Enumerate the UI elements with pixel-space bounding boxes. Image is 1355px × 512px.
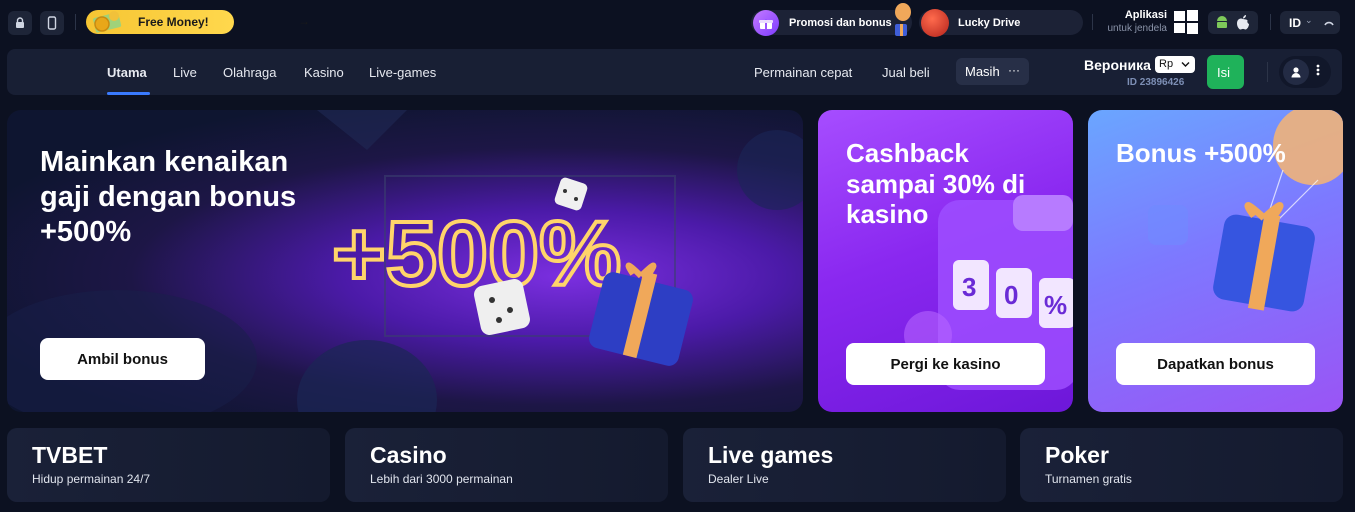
deposit-button[interactable]: Isi (1207, 55, 1244, 89)
active-tab-indicator (107, 92, 150, 95)
nav-item-live[interactable]: Live (173, 65, 197, 80)
category-title: TVBET (32, 442, 108, 468)
nav-item-live-games[interactable]: Live-games (369, 65, 436, 80)
more-label: Masih (965, 64, 1000, 79)
main-banner-title: Mainkan kenaikan gaji dengan bonus +500% (40, 146, 297, 248)
nav-item-kasino[interactable]: Kasino (304, 65, 344, 80)
more-dots-icon: ··· (1008, 63, 1020, 77)
app-title: Aplikasi (1124, 9, 1167, 21)
app-subtitle: untuk jendela (1107, 23, 1168, 34)
divider (75, 14, 76, 30)
category-card-casino[interactable]: Casino Lebih dari 3000 permainan (345, 428, 668, 502)
gift-icon (753, 10, 779, 36)
apple-icon[interactable] (1236, 14, 1250, 30)
category-title: Casino (370, 442, 447, 468)
mobile-apps-group (1208, 11, 1258, 34)
lucky-drive-button[interactable]: Lucky Drive (919, 9, 1083, 37)
language-select[interactable]: ID ⌄ (1280, 11, 1340, 34)
lock-icon[interactable] (8, 11, 32, 35)
category-subtitle: Lebih dari 3000 permainan (370, 472, 513, 486)
category-subtitle: Turnamen gratis (1045, 472, 1132, 486)
nav-item-permainan-cepat[interactable]: Permainan cepat (754, 65, 852, 80)
svg-text:0: 0 (1004, 280, 1018, 310)
category-card-tvbet[interactable]: TVBET Hidup permainan 24/7 (7, 428, 330, 502)
category-card-live-games[interactable]: Live games Dealer Live (683, 428, 1006, 502)
user-icon[interactable] (1283, 59, 1309, 85)
main-nav: Utama Live Olahraga Kasino Live-games Pe… (7, 49, 1342, 95)
category-subtitle: Dealer Live (708, 472, 769, 486)
category-subtitle: Hidup permainan 24/7 (32, 472, 151, 486)
balloon-icon (895, 3, 911, 36)
svg-text:3: 3 (962, 272, 976, 302)
promotions-button[interactable]: Promosi dan bonus (751, 3, 912, 36)
category-title: Live games (708, 442, 834, 468)
lucky-drive-icon (921, 9, 949, 37)
arrow-right-icon: → (298, 14, 310, 28)
windows-icon[interactable] (1173, 9, 1199, 35)
cashback-banner[interactable]: 3 0 % Cashback sampai 30% di kasino Perg… (818, 110, 1073, 412)
svg-text:%: % (1044, 290, 1067, 320)
kebab-menu-icon[interactable] (1316, 63, 1320, 77)
divider (1092, 14, 1093, 30)
main-promo-banner[interactable]: +500% Mainkan kenaikan gaji dengan bonus… (7, 110, 803, 412)
bonus-banner-title: Bonus +500% (1116, 138, 1286, 168)
top-bar: Free Money! → Promosi dan bonus Lucky Dr… (0, 0, 1355, 44)
cashback-banner-title: Cashback sampai 30% di kasino (846, 138, 1026, 230)
nav-item-olahraga[interactable]: Olahraga (223, 65, 276, 80)
category-title: Poker (1045, 442, 1109, 468)
deposit-label: Isi (1217, 65, 1230, 80)
bonus-banner[interactable]: Bonus +500% Dapatkan bonus (1088, 110, 1343, 412)
divider (1270, 14, 1271, 30)
android-icon[interactable] (1215, 15, 1229, 30)
chevron-down-icon: ⌄ (1305, 15, 1313, 25)
mobile-icon[interactable] (40, 11, 64, 35)
free-money-button[interactable]: Free Money! → (86, 10, 310, 34)
get-bonus-button[interactable]: Dapatkan bonus (1116, 343, 1315, 385)
lucky-drive-label: Lucky Drive (958, 17, 1021, 29)
go-to-casino-button[interactable]: Pergi ke kasino (846, 343, 1045, 385)
theme-toggle-icon[interactable] (1323, 16, 1335, 28)
free-money-label: Free Money! (138, 15, 209, 29)
nav-item-utama[interactable]: Utama (107, 65, 147, 80)
currency-select[interactable]: Rp (1155, 56, 1195, 73)
promotions-label: Promosi dan bonus (789, 17, 892, 29)
money-icon (93, 11, 122, 33)
profile-menu[interactable] (1279, 56, 1331, 88)
app-download-link[interactable]: Aplikasi untuk jendela (1103, 9, 1168, 34)
nav-item-jual-beli[interactable]: Jual beli (882, 65, 930, 80)
user-name: Вероника (1084, 57, 1151, 73)
more-button[interactable]: Masih ··· (956, 58, 1029, 85)
user-id: ID 23896426 (1127, 77, 1185, 88)
category-card-poker[interactable]: Poker Turnamen gratis (1020, 428, 1343, 502)
chevron-down-icon (1181, 62, 1190, 67)
claim-bonus-button[interactable]: Ambil bonus (40, 338, 205, 380)
divider (1267, 62, 1268, 82)
currency-label: Rp (1159, 58, 1174, 70)
language-label: ID (1289, 16, 1301, 30)
